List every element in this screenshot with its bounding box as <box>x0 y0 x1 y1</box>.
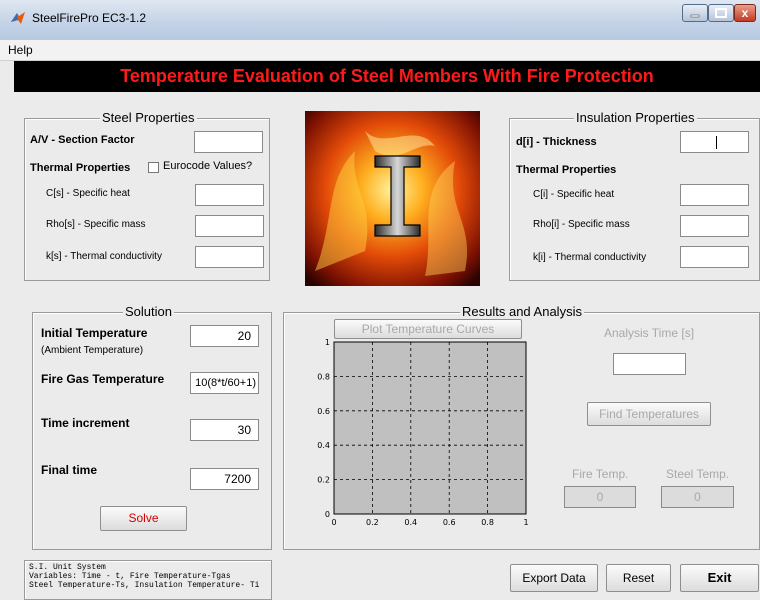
steel-temp-label: Steel Temp. <box>666 467 730 481</box>
section-factor-input[interactable] <box>194 131 263 153</box>
temperature-plot-axes: 00 0.2 0.2 0.4 0.4 0.6 0.6 0.8 0.8 1 1 <box>317 338 528 527</box>
x-tick-label: 0 <box>331 518 336 527</box>
x-tick-label: 0.6 <box>443 518 456 527</box>
axes-group: 00 0.2 0.2 0.4 0.4 0.6 0.6 0.8 0.8 1 1 <box>317 338 528 527</box>
maximize-icon <box>715 8 727 18</box>
menu-bar <box>0 40 760 61</box>
steel-conductivity-input[interactable] <box>195 246 264 268</box>
matlab-app-icon <box>11 12 25 24</box>
info-line-units: S.I. Unit System <box>29 563 106 572</box>
reset-button[interactable]: Reset <box>606 564 671 592</box>
x-tick-label: 0.2 <box>366 518 379 527</box>
eurocode-checkbox[interactable] <box>148 162 159 173</box>
menu-item-help[interactable]: Help <box>8 43 33 57</box>
fire-gas-temperature-label: Fire Gas Temperature <box>41 372 165 386</box>
analysis-time-input[interactable] <box>613 353 686 375</box>
y-tick-label: 0 <box>325 510 330 519</box>
ambient-temperature-note: (Ambient Temperature) <box>41 345 144 356</box>
steel-thermal-properties-label: Thermal Properties <box>30 162 131 174</box>
thickness-input[interactable] <box>680 131 749 153</box>
y-tick-label: 1 <box>325 338 330 347</box>
y-tick-label: 0.4 <box>317 441 330 450</box>
steel-conductivity-label: k[s] - Thermal conductivity <box>46 251 162 262</box>
analysis-time-label: Analysis Time [s] <box>604 326 695 340</box>
steel-specific-heat-label: C[s] - Specific heat <box>46 188 130 199</box>
steel-specific-heat-input[interactable] <box>195 184 264 206</box>
info-line-variables: Variables: Time - t, Fire Temperature-Tg… <box>29 572 231 581</box>
time-increment-input[interactable]: 30 <box>190 419 259 441</box>
final-time-label: Final time <box>41 463 98 477</box>
x-tick-label: 0.8 <box>481 518 494 527</box>
maximize-button[interactable] <box>708 4 734 22</box>
time-increment-label: Time increment <box>41 416 130 430</box>
insulation-properties-title: Insulation Properties <box>574 110 697 125</box>
insulation-conductivity-input[interactable] <box>680 246 749 268</box>
insulation-specific-heat-input[interactable] <box>680 184 749 206</box>
plot-area <box>333 341 527 515</box>
y-tick-label: 0.2 <box>317 476 330 485</box>
exit-button[interactable]: Exit <box>680 564 759 592</box>
insulation-conductivity-label: k[i] - Thermal conductivity <box>533 252 647 263</box>
thickness-label: d[i] - Thickness <box>516 136 597 148</box>
fire-gas-temperature-input[interactable]: 10(8*t/60+1) <box>190 372 259 394</box>
steel-specific-mass-input[interactable] <box>195 215 264 237</box>
steel-properties-title: Steel Properties <box>100 110 197 125</box>
page-title: Temperature Evaluation of Steel Members … <box>120 66 654 86</box>
steel-specific-mass-label: Rho[s] - Specific mass <box>46 219 146 230</box>
section-factor-label: A/V - Section Factor <box>30 134 135 146</box>
fire-temp-label: Fire Temp. <box>572 467 629 481</box>
final-time-input[interactable]: 7200 <box>190 468 259 490</box>
insulation-specific-mass-label: Rho[i] - Specific mass <box>533 219 630 230</box>
insulation-specific-mass-input[interactable] <box>680 215 749 237</box>
find-temperatures-button[interactable]: Find Temperatures <box>587 402 711 426</box>
insulation-specific-heat-label: C[i] - Specific heat <box>533 189 615 200</box>
fire-temp-output: 0 <box>564 486 636 508</box>
initial-temperature-label: Initial Temperature <box>41 326 148 340</box>
text-cursor <box>716 136 717 149</box>
eurocode-label: Eurocode Values? <box>163 160 253 172</box>
minimize-button[interactable] <box>682 4 708 22</box>
insulation-thermal-properties-label: Thermal Properties <box>516 164 617 176</box>
fire-steel-beam-image <box>305 111 480 286</box>
export-data-button[interactable]: Export Data <box>510 564 598 592</box>
solve-button[interactable]: Solve <box>100 506 187 531</box>
y-tick-label: 0.8 <box>317 372 330 381</box>
minimize-icon <box>690 14 700 18</box>
results-analysis-title: Results and Analysis <box>460 304 584 319</box>
info-line-steel: Steel Temperature-Ts, Insulation Tempera… <box>29 581 260 590</box>
x-tick-label: 1 <box>523 518 528 527</box>
x-tick-label: 0.4 <box>404 518 417 527</box>
close-icon: x <box>741 6 749 20</box>
y-tick-label: 0.6 <box>317 407 330 416</box>
close-button[interactable]: x <box>734 4 756 22</box>
steel-temp-output: 0 <box>661 486 734 508</box>
initial-temperature-input[interactable]: 20 <box>190 325 259 347</box>
info-box: S.I. Unit System Variables: Time - t, Fi… <box>24 560 272 600</box>
solution-title: Solution <box>123 304 174 319</box>
window-title: SteelFirePro EC3-1.2 <box>32 11 147 25</box>
